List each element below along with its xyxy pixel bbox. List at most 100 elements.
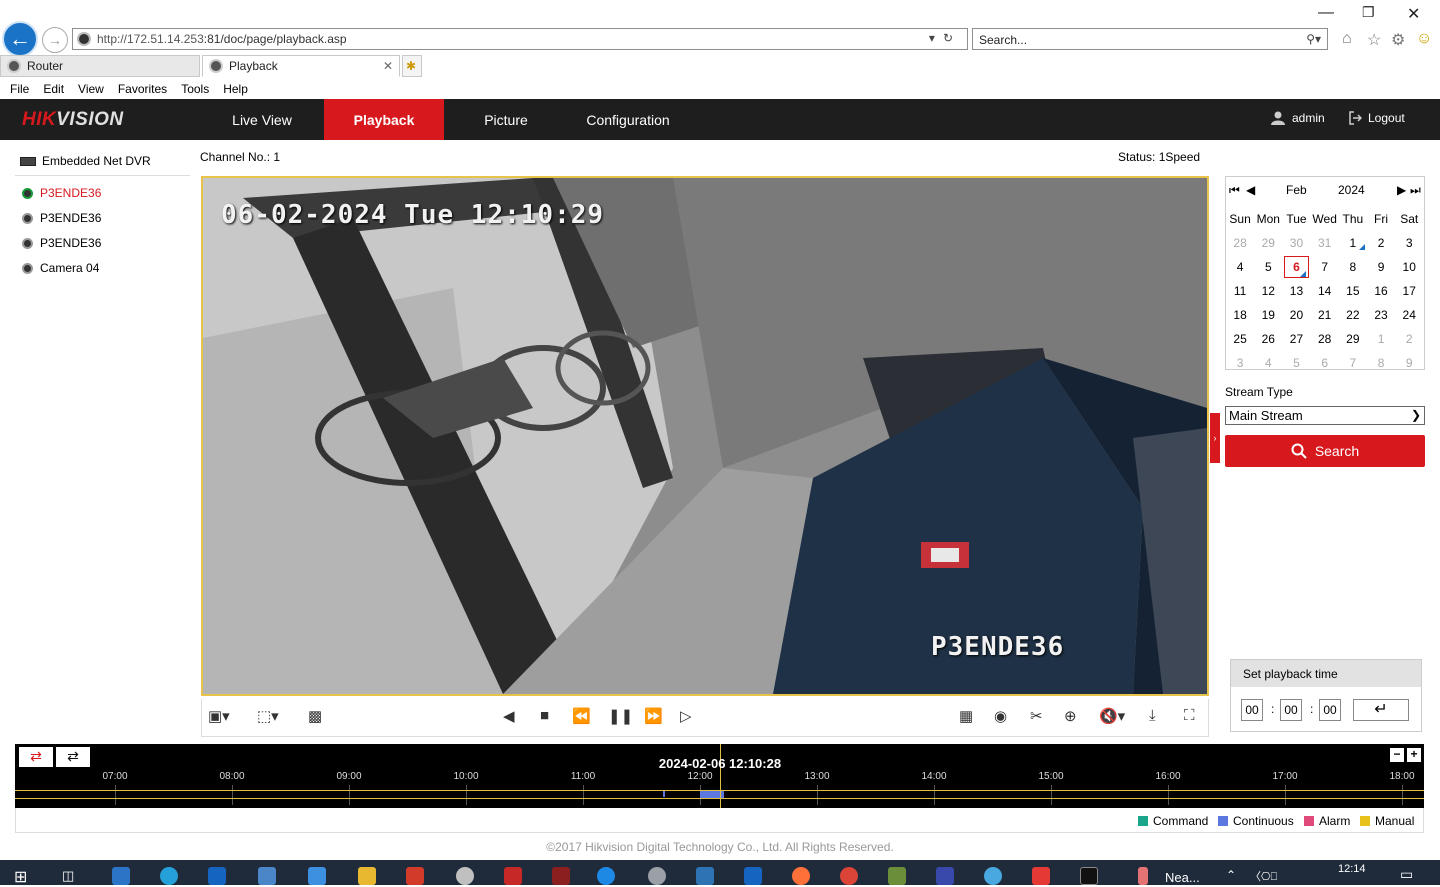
calendar-day[interactable]: 28 <box>1311 332 1339 346</box>
menu-edit[interactable]: Edit <box>43 82 64 96</box>
menu-file[interactable]: File <box>10 82 29 96</box>
go-to-time-button[interactable]: ↵ <box>1353 699 1409 721</box>
calendar-day[interactable]: 3 <box>1226 356 1254 370</box>
search-button[interactable]: Search <box>1225 435 1425 467</box>
speed-up-icon[interactable]: ⏩ <box>644 707 663 725</box>
internet-explorer-icon[interactable] <box>597 867 615 885</box>
app-icon[interactable] <box>258 867 276 885</box>
video-player[interactable]: 06-02-2024 Tue 12:10:29 P3ENDE36 <box>201 176 1209 696</box>
second-field[interactable]: 00 <box>1319 699 1341 721</box>
nav-playback[interactable]: Playback <box>324 99 444 140</box>
camera-item-4[interactable]: Camera 04 <box>22 261 99 275</box>
app-icon[interactable] <box>936 867 954 885</box>
weather-text[interactable]: Nea... <box>1165 870 1200 885</box>
single-frame-icon[interactable]: ▷ <box>680 707 692 725</box>
logout-button[interactable]: Logout <box>1348 111 1405 125</box>
calendar-day[interactable]: 4 <box>1254 356 1282 370</box>
menu-view[interactable]: View <box>78 82 104 96</box>
refresh-icon[interactable]: ▾↻ <box>929 31 961 45</box>
tray-icons[interactable]: 〈⎔⎕ <box>1250 868 1277 884</box>
digital-zoom-icon[interactable]: ⊕ <box>1064 707 1077 725</box>
download-icon[interactable]: ⤓ <box>1149 707 1156 724</box>
calendar-day[interactable]: 25 <box>1226 332 1254 346</box>
calendar-day[interactable]: 4 <box>1226 260 1254 274</box>
browser-search-input[interactable]: Search... ⚲▾ <box>972 28 1328 50</box>
app-icon[interactable] <box>456 867 474 885</box>
calendar-day[interactable]: 26 <box>1254 332 1282 346</box>
nav-configuration[interactable]: Configuration <box>568 99 688 140</box>
calendar-day[interactable]: 1 <box>1339 236 1367 250</box>
calendar-day[interactable]: 6 <box>1284 256 1309 278</box>
menu-tools[interactable]: Tools <box>181 82 209 96</box>
timeline-sync-button[interactable]: ⇄ <box>19 747 53 767</box>
calendar-day[interactable]: 18 <box>1226 308 1254 322</box>
camera-item-3[interactable]: P3ENDE36 <box>22 236 101 250</box>
zoom-in-button[interactable]: + <box>1407 748 1421 762</box>
terminal-icon[interactable] <box>1080 867 1098 885</box>
audio-mute-icon[interactable]: 🔇▾ <box>1099 707 1125 725</box>
menu-favorites[interactable]: Favorites <box>118 82 167 96</box>
hour-field[interactable]: 00 <box>1241 699 1263 721</box>
calendar-day[interactable]: 20 <box>1282 308 1310 322</box>
menu-help[interactable]: Help <box>223 82 248 96</box>
calendar-day[interactable]: 29 <box>1254 236 1282 250</box>
calendar-day[interactable]: 9 <box>1395 356 1423 370</box>
panel-toggle-button[interactable]: › <box>1210 413 1220 463</box>
windows-start-icon[interactable]: ⊞ <box>14 867 27 887</box>
calendar-day[interactable]: 7 <box>1311 260 1339 274</box>
next-month-icon[interactable]: ▶ <box>1397 183 1406 197</box>
task-view-icon[interactable]: ◫ <box>62 868 74 884</box>
timeline-settings-button[interactable]: ⇄ <box>56 747 90 767</box>
next-year-icon[interactable]: ⏭ <box>1410 183 1421 198</box>
calendar-day[interactable]: 17 <box>1395 284 1423 298</box>
calendar-day[interactable]: 19 <box>1254 308 1282 322</box>
store-icon[interactable] <box>308 867 326 885</box>
close-icon[interactable]: ✕ <box>1407 4 1420 24</box>
app-icon[interactable] <box>888 867 906 885</box>
restore-icon[interactable]: ❐ <box>1362 4 1375 21</box>
app-icon[interactable] <box>552 867 570 885</box>
app-icon[interactable] <box>112 867 130 885</box>
calendar-day[interactable]: 1 <box>1367 332 1395 346</box>
file-explorer-icon[interactable] <box>358 867 376 885</box>
pause-icon[interactable]: ❚❚ <box>608 707 633 725</box>
calendar-day[interactable]: 15 <box>1339 284 1367 298</box>
home-icon[interactable]: ⌂ <box>1342 30 1352 48</box>
chrome-icon[interactable] <box>840 867 858 885</box>
calendar-day[interactable]: 16 <box>1367 284 1395 298</box>
device-tree-root[interactable]: Embedded Net DVR <box>20 154 151 168</box>
edge-icon[interactable] <box>160 867 178 885</box>
recording-segment[interactable] <box>663 791 665 797</box>
minimize-icon[interactable]: — <box>1318 4 1334 22</box>
calendar-day[interactable]: 5 <box>1254 260 1282 274</box>
user-menu[interactable]: admin <box>1270 111 1325 125</box>
timeline[interactable]: ⇄ ⇄ 07:00 08:00 09:00 10:00 11:00 12:00 13:00 1… <box>15 744 1424 808</box>
calendar-day[interactable]: 6 <box>1311 356 1339 370</box>
calendar-day[interactable]: 8 <box>1339 260 1367 274</box>
clip-scissors-icon[interactable]: ✂ <box>1030 707 1043 725</box>
stop-all-icon[interactable]: ▦ <box>959 707 973 725</box>
vscode-icon[interactable] <box>744 867 762 885</box>
forward-button[interactable]: → <box>42 27 68 53</box>
favorites-star-icon[interactable]: ☆ <box>1367 30 1381 50</box>
fullscreen-icon[interactable]: ⛶ <box>1184 707 1195 724</box>
calendar-day[interactable]: 11 <box>1226 284 1254 298</box>
outlook-icon[interactable] <box>208 867 226 885</box>
stream-type-select[interactable]: Main Stream ❯ <box>1225 406 1425 425</box>
zoom-out-button[interactable]: − <box>1390 748 1404 762</box>
calendar-day[interactable]: 5 <box>1282 356 1310 370</box>
settings-gear-icon[interactable]: ⚙ <box>1391 30 1405 50</box>
firefox-icon[interactable] <box>792 867 810 885</box>
app-icon[interactable] <box>1032 867 1050 885</box>
smiley-icon[interactable]: ☺ <box>1416 30 1432 48</box>
calendar-day[interactable]: 7 <box>1339 356 1367 370</box>
taskbar-clock[interactable]: 12:14 <box>1338 863 1366 875</box>
calendar-day[interactable]: 31 <box>1311 236 1339 250</box>
prev-month-icon[interactable]: ◀ <box>1246 183 1255 197</box>
notification-icon[interactable]: ▭ <box>1400 866 1413 883</box>
calendar-day[interactable]: 3 <box>1395 236 1423 250</box>
calendar-day[interactable]: 9 <box>1367 260 1395 274</box>
timeline-cursor[interactable] <box>720 744 721 808</box>
nav-picture[interactable]: Picture <box>446 99 566 140</box>
calendar-day[interactable]: 2 <box>1395 332 1423 346</box>
